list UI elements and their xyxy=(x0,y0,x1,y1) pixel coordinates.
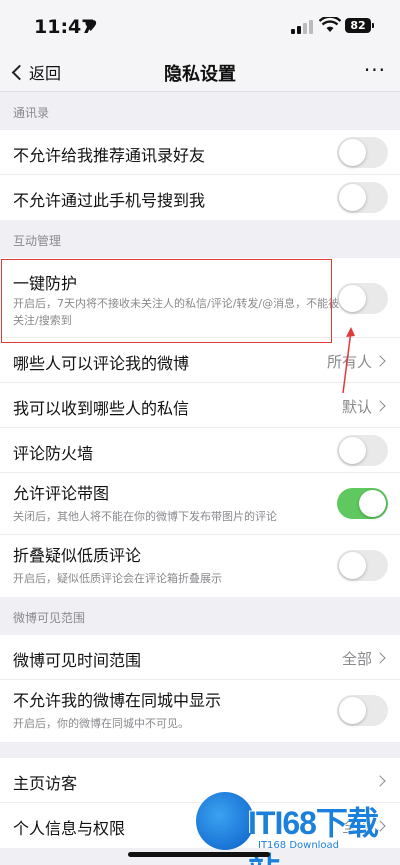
signal-icon xyxy=(291,20,313,34)
wifi-icon xyxy=(319,17,341,32)
group-interaction: 一键防护 开启后，7天内将不接收未关注人的私信/评论/转发/@消息，不能被关注/… xyxy=(0,258,400,597)
toggle-knob xyxy=(339,437,366,464)
navigation-bar: 返回 隐私设置 ··· xyxy=(0,52,400,92)
watermark-subtext: IT168 Download xyxy=(258,840,340,851)
row-label: 我可以收到哪些人的私信 xyxy=(13,399,190,418)
row-label: 折叠疑似低质评论 xyxy=(13,546,142,565)
toggle-fold-low-quality[interactable] xyxy=(337,550,388,581)
toggle-one-key-protect[interactable] xyxy=(337,283,388,314)
row-label: 不允许我的微博在同城中显示 xyxy=(13,691,222,710)
page-title: 隐私设置 xyxy=(164,64,236,85)
row-comment-firewall: 评论防火墙 xyxy=(0,428,400,473)
row-same-city-hidden: 不允许我的微博在同城中显示 开启后，你的微博在同城中不可见。 xyxy=(0,680,400,742)
toggle-allow-comment-images[interactable] xyxy=(337,488,388,519)
chevron-right-icon xyxy=(374,400,386,412)
watermark-text: ITI68下载站 xyxy=(248,805,379,865)
row-label: 评论防火墙 xyxy=(13,444,94,463)
group-contacts: 不允许给我推荐通讯录好友 不允许通过此手机号搜到我 xyxy=(0,130,400,220)
more-options-button[interactable]: ··· xyxy=(364,58,386,82)
row-label: 个人信息与权限 xyxy=(13,819,126,838)
row-label: 微博可见时间范围 xyxy=(13,651,142,670)
toggle-knob xyxy=(339,552,366,579)
section-header-visibility: 微博可见范围 xyxy=(13,611,86,625)
row-label: 主页访客 xyxy=(13,774,78,793)
toggle-knob xyxy=(359,490,386,517)
chevron-right-icon xyxy=(374,355,386,367)
row-label: 哪些人可以评论我的微博 xyxy=(13,354,190,373)
battery-tip xyxy=(372,23,374,28)
row-value: 全部 xyxy=(341,650,372,668)
row-fold-low-quality: 折叠疑似低质评论 开启后，疑似低质评论会在评论箱折叠展示 xyxy=(0,535,400,597)
toggle-comment-firewall[interactable] xyxy=(337,435,388,466)
row-no-search-by-phone: 不允许通过此手机号搜到我 xyxy=(0,175,400,220)
section-header-interaction: 互动管理 xyxy=(13,234,62,248)
row-no-recommend-contacts: 不允许给我推荐通讯录好友 xyxy=(0,130,400,175)
row-value: 默认 xyxy=(341,398,372,416)
battery-icon: 82 xyxy=(345,18,371,33)
row-allow-comment-images: 允许评论带图 关闭后，其他人将不能在你的微博下发布带图片的评论 xyxy=(0,473,400,535)
row-label: 一键防护 xyxy=(13,274,78,293)
row-description: 开启后，你的微博在同城中不可见。 xyxy=(13,717,189,730)
row-description: 关闭后，其他人将不能在你的微博下发布带图片的评论 xyxy=(13,510,277,523)
toggle-no-recommend-contacts[interactable] xyxy=(337,137,388,168)
heart-icon: ♥ xyxy=(84,17,98,35)
row-description: 开启后，7天内将不接收未关注人的私信/评论/转发/@消息，不能被关注/搜索到 xyxy=(13,297,340,327)
toggle-knob xyxy=(339,139,366,166)
toggle-no-search-by-phone[interactable] xyxy=(337,182,388,213)
section-header-contacts: 通讯录 xyxy=(13,106,50,120)
row-visible-time-range[interactable]: 微博可见时间范围 全部 xyxy=(0,635,400,680)
toggle-knob xyxy=(339,697,366,724)
row-label: 允许评论带图 xyxy=(13,484,110,503)
toggle-same-city-hidden[interactable] xyxy=(337,695,388,726)
chevron-right-icon xyxy=(374,652,386,664)
chevron-right-icon xyxy=(374,775,386,787)
row-description: 开启后，疑似低质评论会在评论箱折叠展示 xyxy=(13,572,222,585)
toggle-knob xyxy=(339,184,366,211)
group-visibility: 微博可见时间范围 全部 不允许我的微博在同城中显示 开启后，你的微博在同城中不可… xyxy=(0,635,400,742)
home-indicator[interactable] xyxy=(128,852,270,857)
toggle-knob xyxy=(339,285,366,312)
row-label: 不允许通过此手机号搜到我 xyxy=(13,191,206,210)
row-label: 不允许给我推荐通讯录好友 xyxy=(13,146,206,165)
watermark-globe-icon xyxy=(196,792,254,850)
watermark-logo: ITI68下载站 IT168 Download xyxy=(196,788,396,865)
annotation-arrow-icon xyxy=(342,327,355,394)
status-bar: 11:47 ♥ 82 xyxy=(0,0,400,52)
